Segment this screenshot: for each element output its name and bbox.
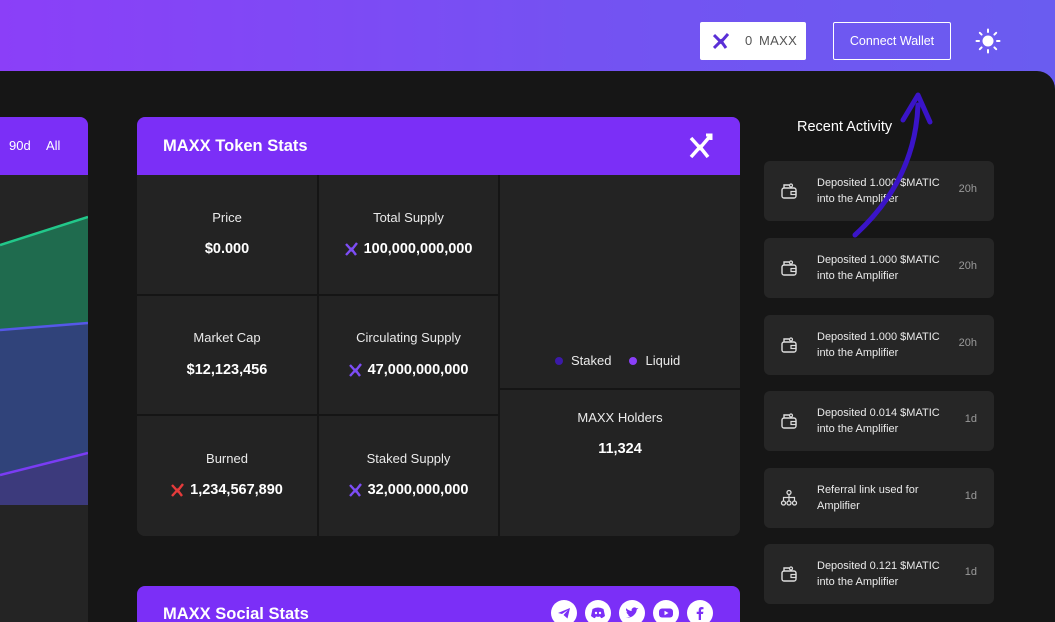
social-stats-card: MAXX Social Stats: [137, 586, 740, 622]
maxx-balance-chip[interactable]: 0 MAXX: [700, 22, 806, 60]
wallet-icon: [781, 413, 797, 429]
discord-icon[interactable]: [585, 600, 611, 622]
staked-supply-label: Staked Supply: [366, 451, 451, 466]
activity-item[interactable]: Deposited 0.014 $MATIC into the Amplifie…: [764, 391, 994, 451]
burned-value-text: 1,234,567,890: [190, 482, 283, 498]
youtube-icon[interactable]: [653, 600, 679, 622]
sun-icon[interactable]: [975, 28, 1001, 54]
activity-time: 1d: [964, 566, 977, 578]
holders-cell: MAXX Holders 11,324: [500, 390, 740, 536]
total-supply-cell: Total Supply 100,000,000,000: [319, 175, 498, 294]
top-header: 0 MAXX Connect Wallet: [0, 0, 1055, 72]
staked-supply-value-text: 32,000,000,000: [367, 482, 469, 498]
circulating-supply-label: Circulating Supply: [356, 330, 461, 345]
wallet-icon: [781, 566, 797, 582]
burned-label: Burned: [206, 451, 248, 466]
recent-activity-title: Recent Activity: [797, 119, 893, 135]
activity-item[interactable]: Deposited 1.000 $MATIC into the Amplifie…: [764, 238, 994, 298]
maxx-token-icon: [348, 363, 362, 377]
price-value-text: $0.000: [204, 241, 250, 257]
total-supply-value: 100,000,000,000: [319, 241, 498, 257]
activity-text: Deposited 0.121 $MATIC into the Amplifie…: [817, 560, 940, 588]
maxx-logo-icon: [713, 33, 729, 50]
network-icon: [780, 489, 798, 506]
wallet-icon: [781, 183, 797, 199]
activity-text: Deposited 0.014 $MATIC into the Amplifie…: [817, 407, 940, 435]
market-cap-label: Market Cap: [193, 330, 261, 345]
liquid-dot: [629, 356, 638, 365]
market-cap-value-text: $12,123,456: [186, 362, 268, 378]
burned-cell: Burned 1,234,567,890: [137, 416, 317, 536]
legend-staked-label: Staked: [571, 353, 612, 368]
connect-wallet-button[interactable]: Connect Wallet: [833, 22, 951, 60]
legend-liquid-label: Liquid: [645, 353, 681, 368]
activity-item[interactable]: Deposited 0.121 $MATIC into the Amplifie…: [764, 544, 994, 604]
activity-text: Deposited 1.000 $MATIC into the Amplifie…: [817, 331, 940, 359]
price-cell: Price $0.000: [137, 175, 317, 294]
activity-time: 1d: [964, 490, 977, 502]
activity-time: 20h: [958, 337, 977, 349]
chart-header: 90d All: [0, 117, 88, 175]
staked-supply-value: 32,000,000,000: [319, 482, 498, 498]
activity-text: Deposited 1.000 $MATIC into the Amplifie…: [817, 254, 940, 282]
maxx-token-icon: [348, 483, 362, 497]
token-stats-title: MAXX Token Stats: [163, 137, 308, 155]
market-cap-cell: Market Cap $12,123,456: [137, 296, 317, 414]
wallet-icon: [781, 337, 797, 353]
total-supply-value-text: 100,000,000,000: [363, 241, 473, 257]
circulating-supply-cell: Circulating Supply 47,000,000,000: [319, 296, 498, 414]
token-stats-card: MAXX Token Stats Price $0.000 Total Supp…: [137, 117, 740, 536]
holders-value-text: 11,324: [598, 441, 642, 457]
telegram-icon[interactable]: [551, 600, 577, 622]
price-value: $0.000: [137, 241, 317, 257]
activity-time: 1d: [964, 413, 977, 425]
staked-supply-cell: Staked Supply 32,000,000,000: [319, 416, 498, 536]
balance-symbol: MAXX: [759, 33, 798, 48]
activity-text: Referral link used for Amplifier: [817, 484, 919, 512]
twitter-icon[interactable]: [619, 600, 645, 622]
legend-staked[interactable]: Staked: [555, 353, 611, 368]
range-90d-button[interactable]: 90d: [9, 138, 31, 153]
burn-token-icon: [171, 483, 185, 497]
total-supply-label: Total Supply: [373, 210, 444, 225]
token-stats-header: MAXX Token Stats: [137, 117, 740, 175]
range-all-button[interactable]: All: [46, 138, 60, 153]
legend-liquid[interactable]: Liquid: [629, 353, 680, 368]
area-chart: [0, 215, 88, 505]
activity-time: 20h: [958, 183, 977, 195]
activity-time: 20h: [958, 260, 977, 272]
activity-item[interactable]: Deposited 1.000 $MATIC into the Amplifie…: [764, 161, 994, 221]
wallet-icon: [781, 260, 797, 276]
balance-value: 0: [745, 33, 753, 48]
staked-dot: [555, 356, 563, 365]
circulating-supply-value-text: 47,000,000,000: [367, 362, 469, 378]
holders-value: 11,324: [500, 441, 740, 457]
activity-item[interactable]: Referral link used for Amplifier 1d: [764, 468, 994, 528]
facebook-icon[interactable]: [687, 600, 713, 622]
market-cap-value: $12,123,456: [137, 362, 317, 378]
maxx-token-icon: [344, 242, 358, 256]
circulating-supply-value: 47,000,000,000: [319, 362, 498, 378]
burned-value: 1,234,567,890: [137, 482, 317, 498]
social-stats-title: MAXX Social Stats: [163, 605, 309, 622]
distribution-legend: Staked Liquid: [555, 353, 680, 368]
holders-label: MAXX Holders: [577, 410, 663, 425]
price-chart-card: 90d All: [0, 117, 88, 622]
price-label: Price: [212, 210, 242, 225]
activity-item[interactable]: Deposited 1.000 $MATIC into the Amplifie…: [764, 315, 994, 375]
maxx-logo-icon: [689, 133, 713, 159]
activity-text: Deposited 1.000 $MATIC into the Amplifie…: [817, 177, 940, 205]
